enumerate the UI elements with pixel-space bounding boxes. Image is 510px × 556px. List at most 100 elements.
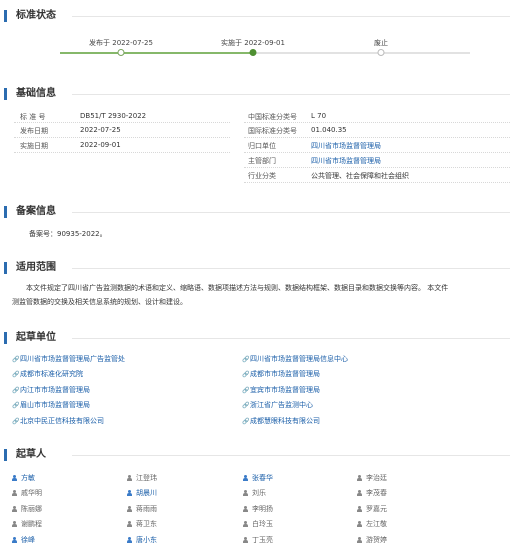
divider — [72, 16, 510, 17]
drafting-unit-name: 四川省市场监督管理局信息中心 — [250, 355, 348, 363]
drafter-name: 徐峰 — [21, 535, 35, 544]
drafter-name: 游贺婷 — [366, 535, 387, 544]
drafter-name: 蒋雨雨 — [136, 504, 157, 513]
timeline-abolished-dot — [377, 49, 385, 56]
drafting-unit-name: 四川省市场监督管理局广告监管处 — [20, 355, 125, 363]
drafting-unit-link[interactable]: 🔗宜宾市市场监督管理局 — [242, 385, 320, 395]
person-icon — [12, 521, 17, 528]
divider — [72, 455, 510, 456]
section-marker — [4, 332, 7, 344]
drafter-item[interactable]: 张春华 — [243, 473, 273, 483]
drafter-item[interactable]: 胡晨川 — [127, 488, 157, 498]
drafter-name: 李治廷 — [366, 474, 387, 482]
std-no-label: 标 准 号 — [20, 113, 46, 121]
person-icon — [243, 536, 248, 543]
timeline-implemented-dot — [249, 49, 257, 56]
section-title: 起草人 — [16, 449, 46, 460]
row-divider — [14, 152, 230, 153]
person-icon — [243, 505, 248, 512]
drafter-item: 左江敬 — [357, 519, 387, 529]
section-title: 标准状态 — [16, 10, 56, 21]
drafter-name: 李明扬 — [252, 504, 273, 513]
drafter-name: 张春华 — [252, 474, 273, 482]
row-divider — [14, 122, 230, 123]
section-marker — [4, 206, 7, 218]
divider — [72, 94, 510, 95]
drafter-name: 丁玉亮 — [252, 535, 273, 544]
drafting-unit-link[interactable]: 🔗四川省市场监督管理局信息中心 — [242, 354, 348, 364]
drafter-name: 江登玮 — [136, 474, 157, 482]
drafter-item: 江登玮 — [127, 473, 157, 483]
drafting-unit-link[interactable]: 🔗内江市市场监督管理局 — [12, 385, 90, 395]
industry-label: 行业分类 — [248, 172, 276, 180]
person-icon — [127, 505, 132, 512]
section-title: 基础信息 — [16, 88, 56, 99]
person-icon — [243, 475, 248, 481]
drafter-item: 蒋卫东 — [127, 519, 157, 529]
authority-link[interactable]: 四川省市场监督管理局 — [311, 156, 381, 166]
pub-date-label: 发布日期 — [20, 127, 48, 135]
drafting-unit-name: 眉山市市场监督管理局 — [20, 401, 90, 410]
drafter-item: 蒋雨雨 — [127, 504, 157, 514]
person-icon — [357, 536, 362, 543]
drafting-unit-name: 北京中民正信科技有限公司 — [20, 416, 104, 425]
drafter-item: 白玲玉 — [243, 519, 273, 529]
drafter-name: 刘乐 — [252, 489, 266, 498]
owner-link[interactable]: 四川省市场监督管理局 — [311, 141, 381, 151]
drafting-unit-link[interactable]: 🔗北京中民正信科技有限公司 — [12, 416, 104, 426]
section-scope: 适用范围 — [0, 261, 510, 275]
drafter-item: 戚华明 — [12, 488, 42, 498]
drafting-unit-link[interactable]: 🔗四川省市场监督管理局广告监管处 — [12, 354, 125, 364]
person-icon — [12, 505, 17, 512]
drafter-item: 谢鹏程 — [12, 519, 42, 529]
person-icon — [127, 490, 132, 497]
link-icon: 🔗 — [242, 371, 250, 379]
drafter-item[interactable]: 徐峰 — [12, 535, 35, 545]
timeline-progress — [60, 52, 253, 54]
owner-label: 归口单位 — [248, 142, 276, 150]
link-icon: 🔗 — [242, 386, 250, 394]
person-icon — [357, 521, 362, 528]
drafting-unit-link[interactable]: 🔗眉山市市场监督管理局 — [12, 400, 90, 410]
section-marker — [4, 449, 7, 461]
section-title: 起草单位 — [16, 332, 56, 343]
drafter-name: 左江敬 — [366, 520, 387, 529]
scope-line: 本文件规定了四川省广告监测数据的术语和定义、缩略语、数据项描述方法与规则、数据结… — [26, 284, 449, 292]
drafter-name: 唐小东 — [136, 535, 157, 544]
link-icon: 🔗 — [12, 402, 20, 410]
drafter-item: 游贺婷 — [357, 535, 387, 545]
link-icon: 🔗 — [12, 386, 20, 394]
drafter-item[interactable]: 方敏 — [12, 473, 35, 483]
timeline-published-dot — [117, 49, 125, 56]
drafter-name: 罗嘉元 — [366, 504, 387, 513]
drafting-unit-link[interactable]: 🔗成都市标准化研究院 — [12, 369, 83, 379]
drafting-unit-link[interactable]: 🔗成都慧眼科技有限公司 — [242, 416, 320, 426]
drafting-unit-name: 宜宾市市场监督管理局 — [250, 385, 320, 394]
drafter-name: 陈丽娜 — [21, 504, 42, 513]
drafter-name: 李茂春 — [366, 489, 387, 498]
drafter-item[interactable]: 唐小东 — [127, 535, 157, 545]
section-basic: 基础信息 — [0, 87, 510, 101]
drafter-item: 陈丽娜 — [12, 504, 42, 514]
drafting-unit-link[interactable]: 🔗浙江省广告监测中心 — [242, 400, 313, 410]
timeline-implemented-label: 实施于 2022-09-01 — [221, 39, 285, 47]
row-divider — [244, 122, 510, 123]
impl-date-value: 2022-09-01 — [80, 141, 121, 149]
authority-label: 主管部门 — [248, 157, 276, 165]
drafter-name: 胡晨川 — [136, 489, 157, 498]
drafter-item: 李明扬 — [243, 504, 273, 514]
drafter-item: 李治廷 — [357, 473, 387, 483]
section-status: 标准状态 — [0, 9, 510, 23]
drafter-item: 刘乐 — [243, 488, 266, 498]
link-icon: 🔗 — [12, 356, 20, 363]
person-icon — [243, 521, 248, 528]
ccs-label: 中国标准分类号 — [248, 113, 297, 121]
divider — [72, 338, 510, 339]
drafting-unit-name: 浙江省广告监测中心 — [250, 401, 313, 410]
ccs-value: L 70 — [311, 112, 327, 120]
drafting-unit-link[interactable]: 🔗成都市市场监督管理局 — [242, 369, 320, 379]
person-icon — [12, 536, 17, 543]
pub-date-value: 2022-07-25 — [80, 126, 121, 134]
scope-text: 本文件规定了四川省广告监测数据的术语和定义、缩略语、数据项描述方法与规则、数据结… — [0, 282, 510, 312]
section-drafting-units: 起草单位 — [0, 331, 510, 345]
